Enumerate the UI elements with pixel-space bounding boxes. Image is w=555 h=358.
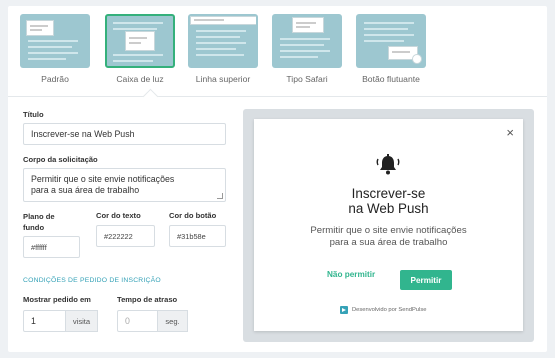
tab-padrao[interactable]: Padrão	[20, 14, 90, 84]
allow-button[interactable]: Permitir	[400, 270, 452, 290]
powered-by-text: Desenvolvido por SendPulse	[352, 307, 427, 313]
section-title: CONDIÇÕES DE PEDIDO DE INSCRIÇÃO	[23, 277, 161, 284]
tab-tipo-safari[interactable]: Tipo Safari	[272, 14, 342, 84]
preview-title: Inscrever-se na Web Push	[348, 186, 429, 216]
resize-handle[interactable]	[217, 193, 223, 199]
body-text-line: para a sua área de trabalho	[31, 185, 140, 195]
tab-label: Botão flutuante	[362, 74, 420, 84]
body-label: Corpo da solicitação	[23, 155, 98, 164]
thumbnail-tipo-safari	[272, 14, 342, 68]
bell-icon	[376, 154, 400, 175]
button-color-value: #31b58e	[177, 231, 206, 241]
delay-placeholder: 0	[125, 316, 130, 326]
delay-suffix: seg.	[158, 310, 188, 332]
title-input-value: Inscrever-se na Web Push	[31, 129, 135, 139]
tab-caixa-de-luz[interactable]: Caixa de luz	[105, 14, 175, 84]
show-on-value: 1	[31, 316, 36, 326]
button-color-input[interactable]: #31b58e	[169, 225, 226, 247]
preview-modal: × Inscrever-se na Web Push Permitir que o…	[254, 119, 523, 331]
tab-label: Padrão	[41, 74, 69, 84]
background-color-value: #ffffff	[31, 242, 47, 252]
deny-button[interactable]: Não permitir	[327, 270, 375, 279]
tab-linha-superior[interactable]: Linha superior	[188, 14, 258, 84]
background-label: Plano de fundo	[23, 212, 55, 232]
tab-label: Caixa de luz	[116, 74, 164, 84]
powered-by: Desenvolvido por SendPulse	[340, 306, 426, 314]
thumbnail-caixa-de-luz	[105, 14, 175, 68]
preview-body: Permitir que o site envie notificações pa…	[310, 225, 467, 248]
tab-label: Tipo Safari	[286, 74, 328, 84]
thumbnail-botao-flutuante	[356, 14, 426, 68]
background-color-input[interactable]: #ffffff	[23, 236, 80, 258]
layout-tabs: Padrão Caixa de luz Linha superior Tipo …	[8, 6, 428, 90]
delay-label: Tempo de atraso	[117, 295, 178, 304]
tab-label: Linha superior	[195, 74, 251, 84]
show-on-label: Mostrar pedido em	[23, 295, 91, 304]
text-color-value: #222222	[104, 231, 133, 241]
title-input[interactable]: Inscrever-se na Web Push	[23, 123, 226, 145]
show-on-suffix: visita	[66, 310, 98, 332]
tab-botao-flutuante[interactable]: Botão flutuante	[356, 14, 426, 84]
title-label: Título	[23, 110, 44, 119]
delay-input[interactable]: 0	[117, 310, 158, 332]
sendpulse-logo-icon	[340, 306, 348, 314]
body-textarea[interactable]: Permitir que o site envie notificações p…	[23, 168, 226, 202]
body-text-line: Permitir que o site envie notificações	[31, 174, 175, 184]
tabs-divider	[8, 96, 547, 97]
text-color-label: Cor do texto	[96, 211, 141, 220]
show-on-input[interactable]: 1	[23, 310, 66, 332]
close-icon[interactable]: ×	[506, 125, 514, 140]
thumbnail-padrao	[20, 14, 90, 68]
button-color-label: Cor do botão	[169, 211, 217, 220]
text-color-input[interactable]: #222222	[96, 225, 155, 247]
thumbnail-linha-superior	[188, 14, 258, 68]
